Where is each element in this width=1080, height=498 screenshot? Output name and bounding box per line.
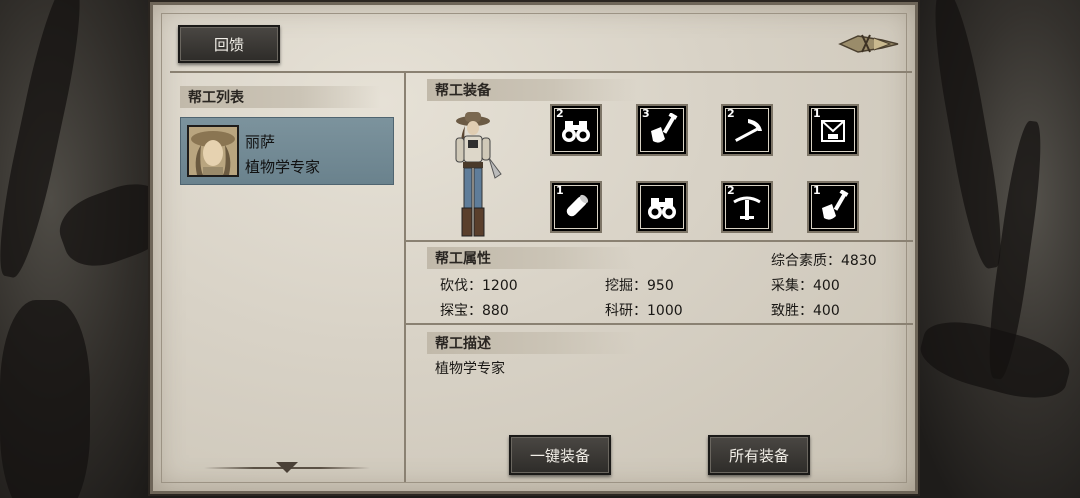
- equipment-slot[interactable]: 1: [807, 181, 859, 233]
- equip-all-button[interactable]: 一键装备: [509, 435, 611, 475]
- pickaxe-icon: [735, 119, 762, 142]
- helper-character-figure: [455, 112, 502, 237]
- feedback-button-label: 回馈: [213, 35, 244, 54]
- attr-overall: 综合素质：4830: [771, 253, 877, 269]
- equipment-title: 帮工装备: [427, 79, 637, 101]
- helper-name: 丽萨: [245, 133, 276, 151]
- column-divider: [404, 72, 406, 482]
- description-title: 帮工描述: [427, 332, 637, 354]
- attr-chop: 砍伐：1200: [440, 278, 518, 294]
- attributes-title-text: 帮工属性: [435, 251, 491, 267]
- helper-list-title-text: 帮工列表: [188, 90, 244, 106]
- close-icon[interactable]: [838, 32, 900, 54]
- equipment-slot[interactable]: 2: [721, 104, 773, 156]
- equipment-slot[interactable]: 3: [636, 104, 688, 156]
- attributes-title: 帮工属性: [427, 247, 637, 269]
- bucket-icon: [821, 120, 845, 142]
- attr-victory: 致胜：400: [771, 303, 840, 319]
- forest-background-right: [910, 0, 1080, 498]
- attr-research: 科研：1000: [605, 303, 683, 319]
- helper-list-title: 帮工列表: [180, 86, 380, 108]
- description-title-text: 帮工描述: [435, 336, 491, 352]
- equipment-divider: [405, 240, 913, 242]
- binoculars-icon: [562, 121, 590, 142]
- binoculars-icon: [648, 198, 676, 219]
- header-divider: [170, 71, 912, 73]
- all-equipment-button[interactable]: 所有装备: [708, 435, 810, 475]
- shovel-icon: [651, 113, 678, 143]
- attr-gather: 采集：400: [771, 278, 840, 294]
- attr-dig: 挖掘：950: [605, 278, 674, 294]
- description-text: 植物学专家: [435, 361, 505, 377]
- equipment-slot[interactable]: 2: [550, 104, 602, 156]
- equipment-slot[interactable]: 1: [807, 104, 859, 156]
- forest-background-left: [0, 0, 179, 498]
- all-equipment-button-label: 所有装备: [728, 446, 789, 465]
- equipment-slot[interactable]: 1: [550, 181, 602, 233]
- equipment-slot[interactable]: [636, 181, 688, 233]
- helper-role: 植物学专家: [245, 158, 321, 176]
- equip-all-button-label: 一键装备: [529, 446, 590, 465]
- equipment-title-text: 帮工装备: [435, 83, 491, 99]
- avatar: [187, 125, 239, 177]
- attr-treasure: 探宝：880: [440, 303, 509, 319]
- helper-card-selected[interactable]: 丽萨 植物学专家: [180, 117, 394, 185]
- scroll-down-arrow-icon[interactable]: [276, 462, 298, 473]
- shovel-icon: [822, 190, 849, 220]
- crossbow-icon: [733, 196, 761, 220]
- equipment-slot[interactable]: 2: [721, 181, 773, 233]
- scroll-icon: [566, 194, 589, 217]
- attributes-divider: [405, 323, 913, 325]
- feedback-button[interactable]: 回馈: [178, 25, 280, 63]
